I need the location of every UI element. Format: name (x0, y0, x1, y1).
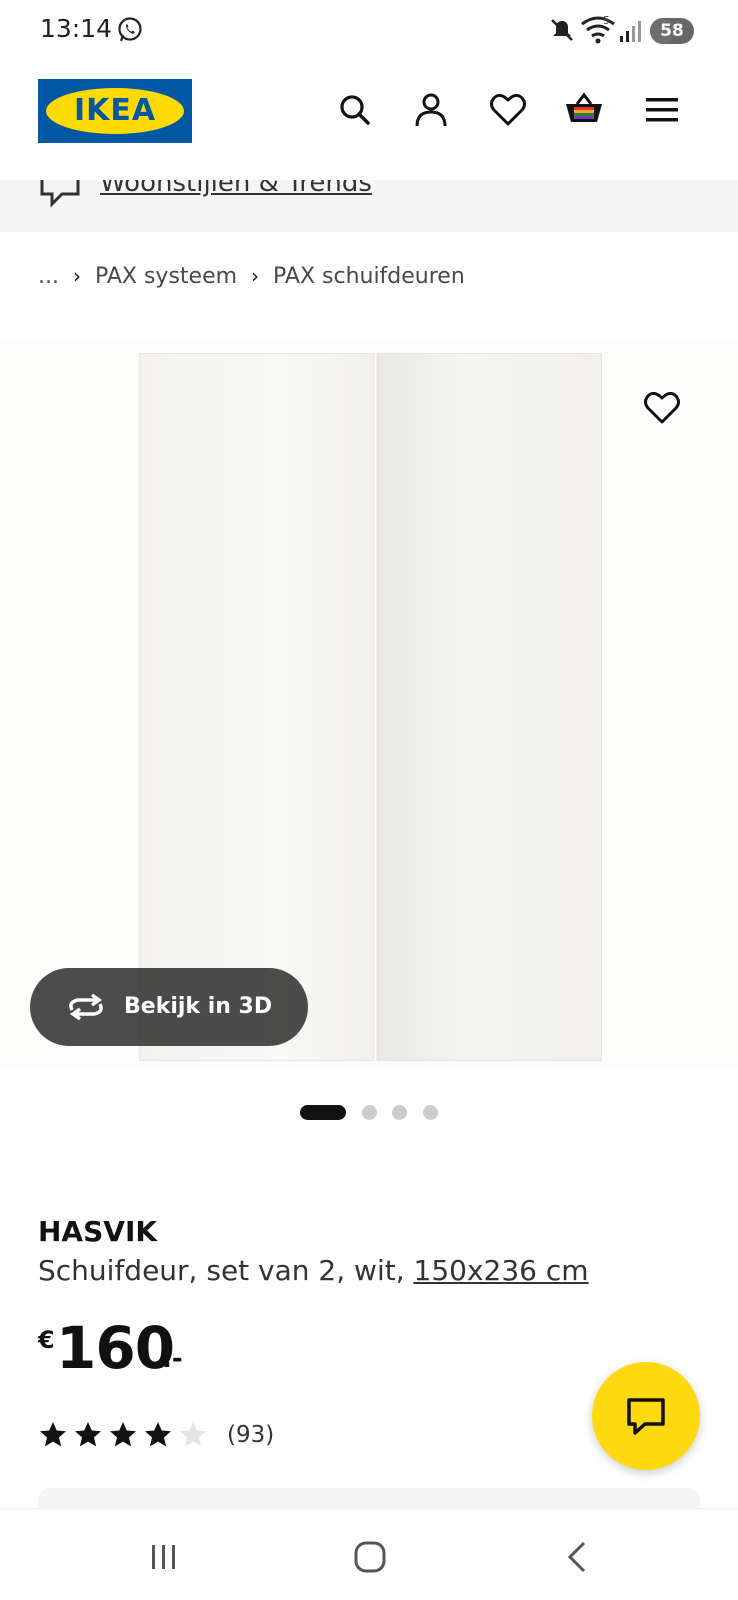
view-3d-button[interactable]: Bekijk in 3D (30, 968, 308, 1046)
subnav-link-trends[interactable]: Woonstijlen & Trends (100, 180, 372, 198)
battery-icon: 58 (650, 18, 694, 44)
status-time: 13:14 (40, 14, 113, 43)
mute-icon (551, 19, 573, 41)
carousel-dot-active[interactable] (300, 1105, 346, 1120)
product-image[interactable]: Bekijk in 3D (0, 338, 738, 1068)
system-nav-bar (0, 1508, 738, 1600)
view-3d-label: Bekijk in 3D (124, 994, 273, 1019)
door-panel-left (139, 353, 376, 1061)
breadcrumb: ... › PAX systeem › PAX schuifdeuren (38, 260, 465, 292)
breadcrumb-pax-systeem[interactable]: PAX systeem (95, 264, 237, 289)
product-rating[interactable]: (93) (38, 1418, 274, 1452)
home-icon[interactable] (352, 1539, 388, 1575)
logo-text: IKEA (73, 93, 157, 128)
chat-icon (627, 1398, 665, 1435)
product-description: Schuifdeur, set van 2, wit, 150x236 cm (38, 1254, 589, 1287)
search-icon[interactable] (333, 88, 377, 132)
basket-icon[interactable] (562, 88, 606, 132)
star-filled-icon (145, 1422, 171, 1447)
door-seam (373, 353, 378, 1061)
favorite-heart-icon[interactable] (640, 386, 684, 430)
carousel-indicator (0, 1103, 738, 1123)
back-icon[interactable] (560, 1539, 596, 1575)
star-empty-icon (180, 1422, 206, 1447)
chevron-right-icon: › (251, 264, 260, 288)
signal-icon (620, 21, 641, 42)
chat-bubble-icon (40, 180, 80, 208)
product-size-link[interactable]: 150x236 cm (414, 1254, 589, 1287)
recent-apps-icon[interactable] (146, 1539, 182, 1575)
carousel-dot[interactable] (423, 1105, 438, 1120)
wifi-icon (581, 16, 615, 44)
carousel-dot[interactable] (392, 1105, 407, 1120)
ikea-logo[interactable]: IKEA (38, 79, 192, 143)
account-icon[interactable] (409, 88, 453, 132)
price-currency: € (38, 1326, 55, 1354)
star-filled-icon (40, 1422, 66, 1447)
price-amount: 160 (56, 1314, 175, 1382)
heart-icon[interactable] (486, 88, 530, 132)
chevron-right-icon: › (72, 264, 81, 288)
star-filled-icon (75, 1422, 101, 1447)
menu-icon[interactable] (640, 88, 684, 132)
breadcrumb-ellipsis[interactable]: ... (38, 264, 59, 289)
carousel-dot[interactable] (362, 1105, 377, 1120)
rotate-3d-icon (69, 993, 103, 1021)
wifi-label: 5 (603, 14, 610, 27)
whatsapp-icon (118, 17, 142, 42)
breadcrumb-pax-schuifdeuren[interactable]: PAX schuifdeuren (273, 264, 465, 289)
product-name: HASVIK (38, 1215, 158, 1248)
site-header: IKEA (0, 62, 738, 180)
star-filled-icon (110, 1422, 136, 1447)
chat-button[interactable] (592, 1362, 700, 1470)
battery-level: 58 (660, 21, 684, 41)
rating-count: (93) (227, 1422, 275, 1448)
price-suffix: .- (162, 1344, 183, 1374)
door-panel-right (376, 353, 602, 1061)
product-description-text: Schuifdeur, set van 2, wit, (38, 1254, 414, 1287)
subnav: Woonstijlen & Trends (0, 180, 738, 232)
page: 13:14 5 58 IKEA Woonstijlen & Trends ...… (0, 0, 738, 1600)
status-bar: 13:14 5 58 (0, 0, 738, 62)
